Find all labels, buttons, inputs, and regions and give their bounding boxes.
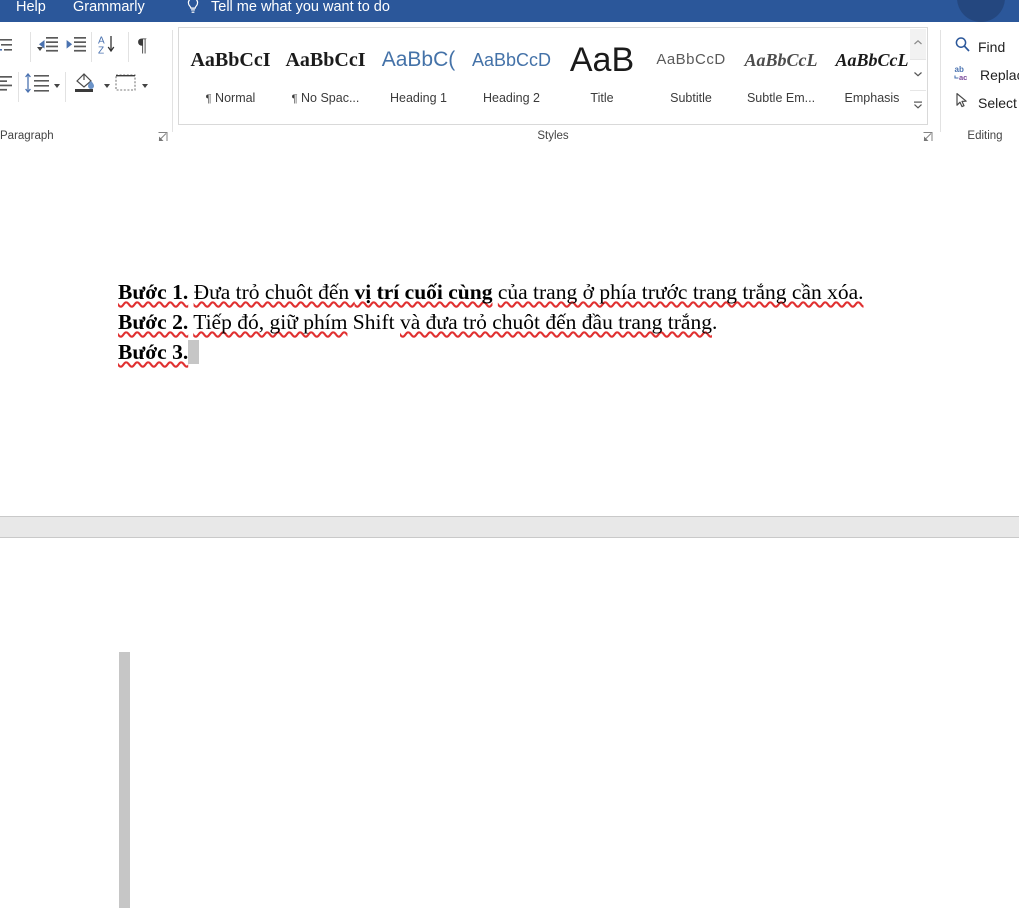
- lightbulb-icon: [185, 0, 201, 16]
- styles-gallery-scrollbar[interactable]: [910, 29, 926, 123]
- select-button[interactable]: Select: [954, 90, 1017, 116]
- ribbon: A Z ¶: [0, 22, 1019, 145]
- replace-abac-icon: ab ac: [954, 64, 973, 86]
- replace-label: Replac: [980, 67, 1019, 83]
- style-heading-1[interactable]: AaBbC( Heading 1: [372, 29, 465, 123]
- tab-grammarly[interactable]: Grammarly: [73, 0, 145, 18]
- text-run: và đưa trỏ chuôt đến đầu trang trắng: [400, 310, 712, 334]
- text-run: Tiếp đó, giữ phím: [193, 310, 347, 334]
- style-preview: AaBbCcL: [736, 29, 826, 91]
- page-break-gap: [0, 516, 1019, 538]
- style-preview: AaB: [558, 29, 646, 91]
- styles-dialog-launcher[interactable]: [922, 130, 934, 142]
- style-name-text: Normal: [215, 91, 255, 105]
- style-no-spacing[interactable]: AaBbCcI ¶ No Spac...: [279, 29, 372, 123]
- svg-text:ac: ac: [959, 73, 967, 81]
- style-label: ¶ Normal: [182, 91, 279, 106]
- style-label: Subtle Em...: [736, 91, 826, 105]
- borders-button[interactable]: [114, 73, 138, 93]
- sort-button[interactable]: A Z: [98, 34, 122, 55]
- style-name-text: No Spac...: [301, 91, 359, 105]
- line-spacing-caret-icon[interactable]: [54, 84, 60, 88]
- paragraph-group-label: Paragraph: [0, 130, 60, 142]
- document-line-step-2[interactable]: Bước 2. Tiếp đó, giữ phím Shift và đưa t…: [118, 307, 918, 337]
- text-run: Shift: [347, 310, 400, 334]
- ribbon-tab-bar: Help Grammarly Tell me what you want to …: [0, 0, 1019, 22]
- text-run: .: [712, 310, 717, 334]
- align-button[interactable]: [0, 74, 14, 92]
- styles-scroll-up-button[interactable]: [910, 29, 926, 60]
- style-label: Emphasis: [826, 91, 918, 105]
- shading-button[interactable]: [72, 72, 98, 94]
- style-preview: AaBbCcI: [182, 29, 279, 91]
- divider: [940, 30, 941, 132]
- text-run: Bước 3.: [118, 340, 188, 364]
- find-button[interactable]: Find: [954, 34, 1005, 60]
- divider: [65, 72, 66, 102]
- text-run: Bước 1.: [118, 280, 188, 304]
- pilcrow-icon: ¶: [206, 93, 212, 105]
- style-title[interactable]: AaB Title: [558, 29, 646, 123]
- style-label: Subtitle: [646, 91, 736, 105]
- tell-me-search-box[interactable]: Tell me what you want to do: [211, 0, 390, 18]
- divider: [30, 32, 31, 62]
- text-cursor-block: [188, 340, 199, 364]
- text-run: Đưa trỏ chuôt đến: [194, 280, 355, 304]
- styles-group: AaBbCcI ¶ Normal AaBbCcI ¶ No Spac... Aa…: [178, 22, 938, 144]
- style-emphasis[interactable]: AaBbCcL Emphasis: [826, 29, 918, 123]
- editing-group-label: Editing: [955, 130, 1015, 142]
- style-heading-2[interactable]: AaBbCcD Heading 2: [465, 29, 558, 123]
- styles-more-button[interactable]: [910, 91, 926, 122]
- styles-scroll-down-button[interactable]: [910, 60, 926, 91]
- svg-text:Z: Z: [98, 46, 104, 56]
- style-subtitle[interactable]: AaBbCcD Subtitle: [646, 29, 736, 123]
- vertical-selection-block: [119, 652, 130, 908]
- borders-caret-icon[interactable]: [142, 84, 148, 88]
- editing-group: Find ab ac Replac Select Editing: [945, 22, 1019, 144]
- text-run: Bước 2.: [118, 310, 188, 334]
- divider: [128, 32, 129, 62]
- document-page-2[interactable]: [0, 538, 1019, 915]
- paragraph-dialog-launcher[interactable]: [157, 130, 169, 142]
- line-spacing-button[interactable]: [24, 73, 50, 93]
- replace-button[interactable]: ab ac Replac: [954, 62, 1019, 88]
- style-preview: AaBbCcD: [646, 29, 736, 91]
- style-preview: AaBbCcI: [279, 29, 372, 91]
- increase-indent-button[interactable]: [66, 35, 87, 54]
- cursor-arrow-icon: [954, 92, 971, 114]
- svg-text:¶: ¶: [138, 35, 147, 55]
- styles-gallery[interactable]: AaBbCcI ¶ Normal AaBbCcI ¶ No Spac... Aa…: [178, 27, 928, 125]
- show-formatting-marks-button[interactable]: ¶: [136, 34, 154, 55]
- shading-caret-icon[interactable]: [104, 84, 110, 88]
- style-label: Heading 1: [372, 91, 465, 105]
- style-normal[interactable]: AaBbCcI ¶ Normal: [182, 29, 279, 123]
- document-body-text[interactable]: Bước 1. Đưa trỏ chuôt đến vị trí cuối cù…: [118, 277, 918, 367]
- style-label: ¶ No Spac...: [279, 91, 372, 106]
- find-label: Find: [978, 39, 1005, 55]
- divider: [18, 72, 19, 102]
- divider: [172, 30, 173, 132]
- style-preview: AaBbC(: [372, 29, 465, 91]
- style-subtle-emphasis[interactable]: AaBbCcL Subtle Em...: [736, 29, 826, 123]
- select-label: Select: [978, 95, 1017, 111]
- paragraph-group: A Z ¶: [0, 22, 170, 144]
- style-preview: AaBbCcD: [465, 29, 558, 91]
- styles-group-label: Styles: [503, 130, 603, 142]
- text-run: vị trí cuối cùng: [355, 280, 493, 304]
- account-avatar[interactable]: [957, 0, 1005, 22]
- style-label: Heading 2: [465, 91, 558, 105]
- divider: [91, 32, 92, 62]
- style-label: Title: [558, 91, 646, 105]
- style-preview: AaBbCcL: [826, 29, 918, 91]
- document-line-step-1[interactable]: Bước 1. Đưa trỏ chuôt đến vị trí cuối cù…: [118, 277, 918, 307]
- text-run: của trang ở phía trước trang trắng cần x…: [498, 280, 864, 304]
- multilevel-list-button[interactable]: [0, 36, 14, 54]
- document-canvas[interactable]: Bước 1. Đưa trỏ chuôt đến vị trí cuối cù…: [0, 144, 1019, 915]
- decrease-indent-button[interactable]: [38, 35, 59, 54]
- pilcrow-icon: ¶: [292, 93, 298, 105]
- magnifier-icon: [954, 36, 971, 58]
- document-line-step-3[interactable]: Bước 3.: [118, 337, 918, 367]
- tab-help[interactable]: Help: [16, 0, 46, 18]
